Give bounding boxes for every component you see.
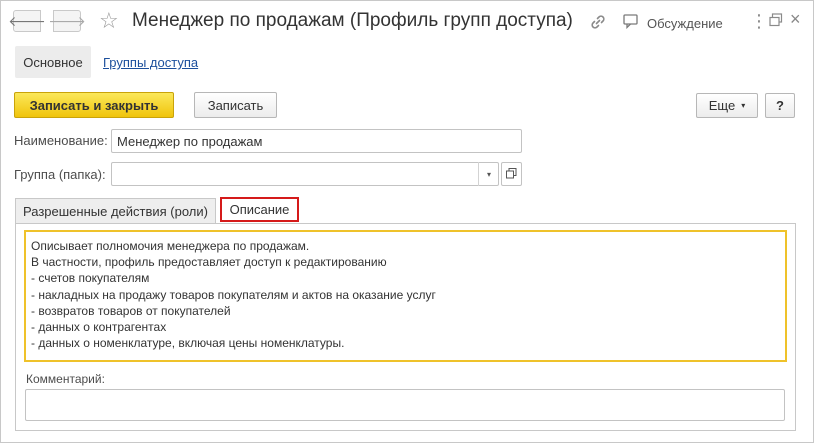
chevron-down-icon: ▾	[486, 169, 491, 179]
restore-window-icon[interactable]	[769, 13, 783, 30]
group-label: Группа (папка):	[14, 167, 106, 182]
chevron-down-icon: ▾	[741, 101, 746, 110]
tab-description[interactable]: Описание	[220, 197, 299, 222]
tab-roles[interactable]: Разрешенные действия (роли)	[15, 198, 216, 223]
description-line: Описывает полномочия менеджера по продаж…	[31, 239, 310, 253]
arrow-right-icon: 🡒	[48, 12, 86, 29]
title-bar: 🡐 🡒 ☆ Менеджер по продажам (Профиль груп…	[1, 1, 813, 43]
link-icon[interactable]	[589, 13, 607, 34]
more-label: Еще	[708, 98, 736, 113]
description-line: - возвратов товаров от покупателей	[31, 303, 231, 318]
group-field[interactable]	[111, 162, 499, 186]
description-line: В частности, профиль предоставляет досту…	[31, 255, 387, 270]
tab-description-label: Описание	[229, 202, 290, 217]
description-line: - накладных на продажу товаров покупател…	[31, 287, 436, 302]
chat-icon	[623, 14, 639, 32]
form-window: 🡐 🡒 ☆ Менеджер по продажам (Профиль груп…	[0, 0, 814, 443]
discussion-button[interactable]: Обсуждение	[623, 14, 723, 32]
close-icon[interactable]: ×	[790, 9, 801, 30]
open-form-icon	[506, 167, 517, 182]
section-tab-main[interactable]: Основное	[15, 46, 91, 78]
group-dropdown-button[interactable]: ▾	[478, 162, 499, 186]
save-and-close-button[interactable]: Записать и закрыть	[14, 92, 174, 118]
description-line: - данных о контрагентах	[31, 320, 167, 335]
comment-label: Комментарий:	[26, 372, 105, 386]
favorite-star-icon[interactable]: ☆	[99, 8, 119, 34]
save-button[interactable]: Записать	[194, 92, 277, 118]
save-and-close-label: Записать и закрыть	[29, 97, 159, 113]
group-open-button[interactable]	[501, 162, 522, 186]
save-label: Записать	[207, 97, 264, 113]
comment-field[interactable]	[25, 389, 785, 421]
name-field[interactable]: Менеджер по продажам	[111, 129, 522, 153]
page-title: Менеджер по продажам (Профиль групп дост…	[132, 10, 573, 31]
section-tab-main-label: Основное	[23, 54, 83, 70]
more-menu-icon[interactable]: ⋮	[750, 11, 768, 32]
description-line: - данных о номенклатуре, включая цены но…	[31, 336, 345, 351]
back-button[interactable]: 🡐	[8, 10, 46, 32]
description-line: - счетов покупателям	[31, 271, 150, 286]
name-label: Наименование:	[14, 133, 108, 148]
name-value: Менеджер по продажам	[117, 133, 263, 149]
tab-roles-label: Разрешенные действия (роли)	[23, 203, 208, 219]
help-label: ?	[776, 98, 784, 113]
help-button[interactable]: ?	[765, 93, 795, 118]
forward-button[interactable]: 🡒	[48, 10, 86, 32]
arrow-left-icon: 🡐	[8, 12, 46, 29]
discussion-label: Обсуждение	[647, 15, 723, 31]
description-textarea[interactable]: Описывает полномочия менеджера по продаж…	[24, 230, 787, 362]
more-button[interactable]: Еще ▾	[696, 93, 758, 118]
section-tab-access-groups[interactable]: Группы доступа	[103, 55, 198, 70]
tab-panel-description: Описывает полномочия менеджера по продаж…	[15, 223, 796, 431]
